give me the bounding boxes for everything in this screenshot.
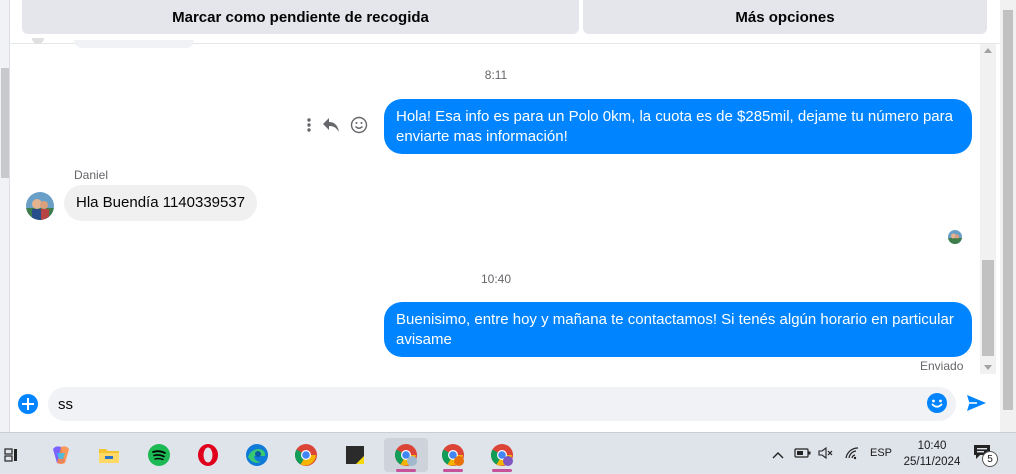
wifi-icon[interactable] (844, 446, 860, 465)
send-icon[interactable] (965, 392, 987, 419)
sticky-notes-icon[interactable] (336, 438, 374, 472)
previous-message-bubble (74, 40, 194, 48)
mark-pending-pickup-button[interactable]: Marcar como pendiente de recogida (22, 0, 579, 34)
more-actions-icon[interactable] (306, 117, 312, 133)
thread-scrollbar[interactable] (980, 44, 996, 374)
more-options-button[interactable]: Más opciones (583, 0, 987, 34)
chrome-profile-c-icon[interactable] (483, 438, 521, 472)
open-app-indicator (443, 469, 463, 472)
more-actions-plus-button[interactable] (18, 394, 38, 414)
scroll-up-arrow[interactable] (984, 48, 992, 53)
sender-name: Daniel (74, 168, 109, 182)
page-scrollbar-thumb[interactable] (1003, 10, 1013, 410)
reply-icon[interactable] (322, 117, 340, 133)
input-language[interactable]: ESP (870, 447, 892, 459)
active-app-indicator (396, 469, 416, 472)
chrome-profile-b-icon[interactable] (434, 438, 472, 472)
contact-avatar[interactable] (26, 192, 54, 220)
chrome-profile-a-icon[interactable] (384, 438, 428, 472)
task-view-icon[interactable] (0, 438, 22, 472)
volume-muted-icon[interactable] (818, 446, 834, 465)
windows-taskbar: ESP 10:40 25/11/2024 5 (0, 432, 1016, 474)
outgoing-message-bubble[interactable]: Hola! Esa info es para un Polo 0km, la c… (384, 99, 972, 154)
emoji-picker-icon[interactable] (926, 392, 948, 419)
clock-date: 25/11/2024 (903, 456, 961, 468)
outgoing-message-bubble[interactable]: Buenisimo, entre hoy y mañana te contact… (384, 302, 972, 357)
timestamp: 10:40 (480, 272, 512, 286)
left-page-edge (0, 0, 10, 432)
opera-icon[interactable] (189, 438, 227, 472)
incoming-message-bubble[interactable]: Hla Buendía 1140339537 (64, 185, 258, 221)
message-composer (10, 378, 1000, 432)
chrome-icon[interactable] (287, 438, 325, 472)
thread-scrollbar-thumb[interactable] (982, 260, 994, 356)
timestamp: 8:11 (484, 68, 508, 82)
open-app-indicator (492, 469, 512, 472)
battery-icon[interactable] (794, 446, 812, 465)
message-thread: 8:11 Hola! Esa info es para un Polo 0km,… (10, 38, 980, 374)
page-scrollbar[interactable] (1000, 0, 1016, 432)
scroll-down-arrow[interactable] (984, 365, 992, 370)
message-status: Enviado (920, 359, 964, 373)
left-scrollbar-thumb[interactable] (1, 68, 9, 178)
notification-count-badge: 5 (982, 451, 998, 467)
message-actions (306, 116, 368, 134)
spotify-icon[interactable] (140, 438, 178, 472)
system-clock[interactable]: 10:40 25/11/2024 (898, 438, 966, 470)
chevron-up-icon[interactable] (772, 447, 784, 465)
file-explorer-icon[interactable] (90, 438, 128, 472)
previous-avatar (32, 38, 44, 44)
edge-icon[interactable] (238, 438, 276, 472)
seen-by-avatar (948, 230, 962, 244)
conversation-actions-bar: Marcar como pendiente de recogida Más op… (10, 0, 1000, 44)
copilot-icon[interactable] (42, 438, 80, 472)
message-input[interactable] (48, 387, 956, 421)
react-emoji-icon[interactable] (350, 116, 368, 134)
clock-time: 10:40 (917, 440, 947, 452)
